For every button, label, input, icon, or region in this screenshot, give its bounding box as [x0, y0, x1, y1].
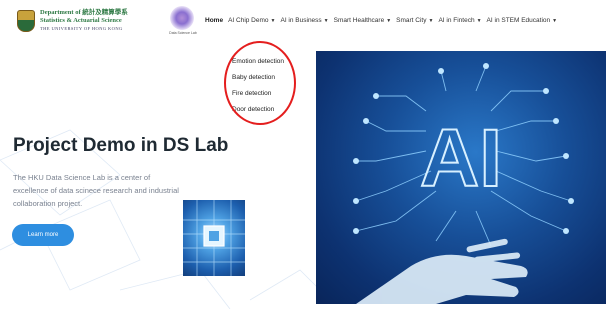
ai-chip-image [183, 200, 245, 276]
ai-chip-graphic [183, 200, 245, 276]
ai-illustration-image: AI [316, 51, 606, 304]
ai-circuit-graphic: AI [353, 63, 574, 304]
hero-title: Project Demo in DS Lab [13, 135, 229, 156]
robot-hand-icon [356, 238, 528, 304]
learn-more-button[interactable]: Learn more [12, 224, 74, 246]
ai-text: AI [420, 113, 502, 204]
hero-description: The HKU Data Science Lab is a center of … [13, 173, 179, 208]
